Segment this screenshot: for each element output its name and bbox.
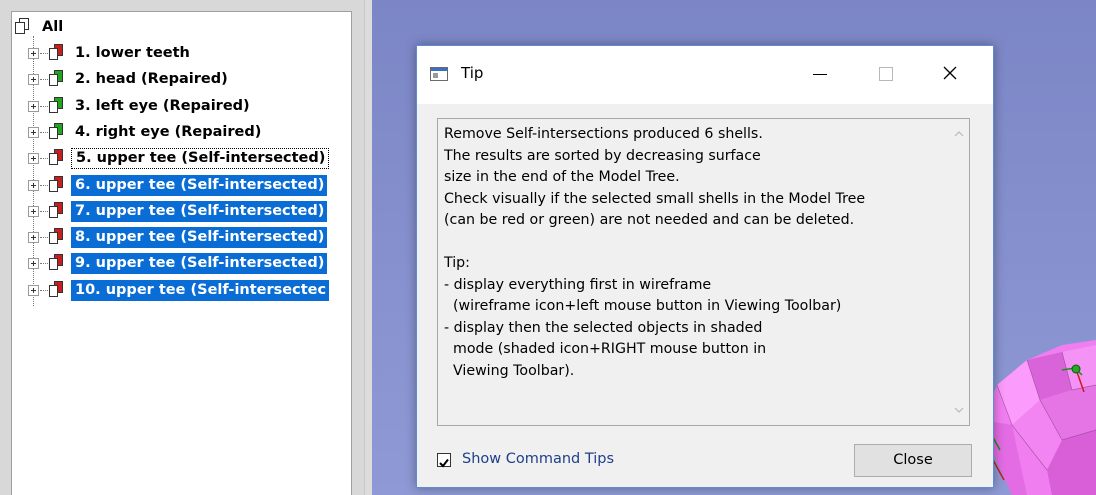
expand-icon[interactable] <box>28 205 39 217</box>
tree-item-label: 9. upper tee (Self-intersected) <box>71 253 328 275</box>
tree-item[interactable]: 7. upper tee (Self-intersected) <box>12 198 351 224</box>
tree-connector <box>40 210 48 212</box>
vertical-scrollbar[interactable] <box>949 119 969 425</box>
tree-item-label: 5. upper tee (Self-intersected) <box>71 148 330 170</box>
tree-item-label: 10. upper tee (Self-intersectec <box>71 279 330 301</box>
tree-connector <box>40 158 48 160</box>
panel-splitter[interactable] <box>364 0 372 495</box>
tree-item-label: 8. upper tee (Self-intersected) <box>71 227 328 249</box>
tree-root-label: All <box>42 19 64 35</box>
tree-item[interactable]: 4. right eye (Repaired) <box>12 119 351 145</box>
window-icon <box>430 67 448 81</box>
show-tips-label[interactable]: Show Command Tips <box>462 451 614 467</box>
expand-icon[interactable] <box>28 74 39 86</box>
tree-item[interactable]: 3. left eye (Repaired) <box>12 93 351 119</box>
shell-icon <box>49 175 63 192</box>
dialog-titlebar[interactable]: Tip <box>417 46 993 104</box>
shell-icon <box>49 201 63 218</box>
shells-icon <box>15 18 29 34</box>
tree-connector <box>40 263 48 265</box>
tree-connector <box>40 79 48 81</box>
tree-item-label: 4. right eye (Repaired) <box>75 123 262 140</box>
tree-item[interactable]: 6. upper tee (Self-intersected) <box>12 172 351 198</box>
tree-connector <box>40 131 48 133</box>
show-tips-checkbox[interactable] <box>437 453 451 468</box>
shell-icon <box>49 228 63 245</box>
model-tree[interactable]: All 1. lower teeth 2. head (Repaired) 3. l… <box>11 11 352 495</box>
close-button[interactable]: Close <box>854 444 972 477</box>
scroll-up-icon[interactable] <box>953 129 965 139</box>
maximize-button <box>863 56 909 92</box>
tree-item-label: 1. lower teeth <box>75 45 190 61</box>
tree-item[interactable]: 1. lower teeth <box>12 40 351 66</box>
checkmark-icon <box>439 458 449 468</box>
tree-connector <box>40 237 48 239</box>
shell-icon <box>49 149 63 166</box>
close-icon <box>943 66 957 80</box>
expand-icon[interactable] <box>28 153 39 165</box>
shell-icon <box>49 122 63 139</box>
tree-item[interactable]: 5. upper tee (Self-intersected) <box>12 145 351 171</box>
dialog-title: Tip <box>461 64 484 82</box>
shell-icon <box>49 44 63 60</box>
model-tree-panel: All 1. lower teeth 2. head (Repaired) 3. l… <box>0 0 364 495</box>
expand-icon[interactable] <box>28 126 39 138</box>
expand-icon[interactable] <box>28 284 39 296</box>
expand-icon[interactable] <box>28 232 39 244</box>
tree-root[interactable]: All <box>12 14 351 40</box>
close-window-button[interactable] <box>927 56 973 92</box>
shell-icon <box>49 280 63 297</box>
expand-icon[interactable] <box>28 48 39 59</box>
minimize-button[interactable] <box>797 56 843 92</box>
tree-connector <box>40 53 48 54</box>
tree-connector <box>40 289 48 291</box>
tree-item[interactable]: 2. head (Repaired) <box>12 66 351 92</box>
tree-item-label: 7. upper tee (Self-intersected) <box>71 200 328 222</box>
tree-connector <box>40 105 48 107</box>
shell-icon <box>49 254 63 271</box>
tip-message-box[interactable]: Remove Self-intersections produced 6 she… <box>437 118 970 426</box>
tree-item[interactable]: 8. upper tee (Self-intersected) <box>12 224 351 250</box>
tree-item-label: 6. upper tee (Self-intersected) <box>71 174 328 196</box>
tip-dialog: Tip Remove Self-intersections produced 6… <box>416 45 994 488</box>
tree-item-label: 3. left eye (Repaired) <box>75 97 250 114</box>
expand-icon[interactable] <box>28 100 39 112</box>
tree-item[interactable]: 10. upper tee (Self-intersectec <box>12 277 351 303</box>
expand-icon[interactable] <box>28 179 39 191</box>
scroll-down-icon[interactable] <box>953 405 965 415</box>
shell-icon <box>49 70 63 87</box>
tree-connector <box>40 184 48 186</box>
expand-icon[interactable] <box>28 258 39 270</box>
tree-item-label: 2. head (Repaired) <box>75 71 228 88</box>
tree-item[interactable]: 9. upper tee (Self-intersected) <box>12 250 351 276</box>
tip-message: Remove Self-intersections produced 6 she… <box>444 126 866 379</box>
shell-icon <box>49 96 63 113</box>
